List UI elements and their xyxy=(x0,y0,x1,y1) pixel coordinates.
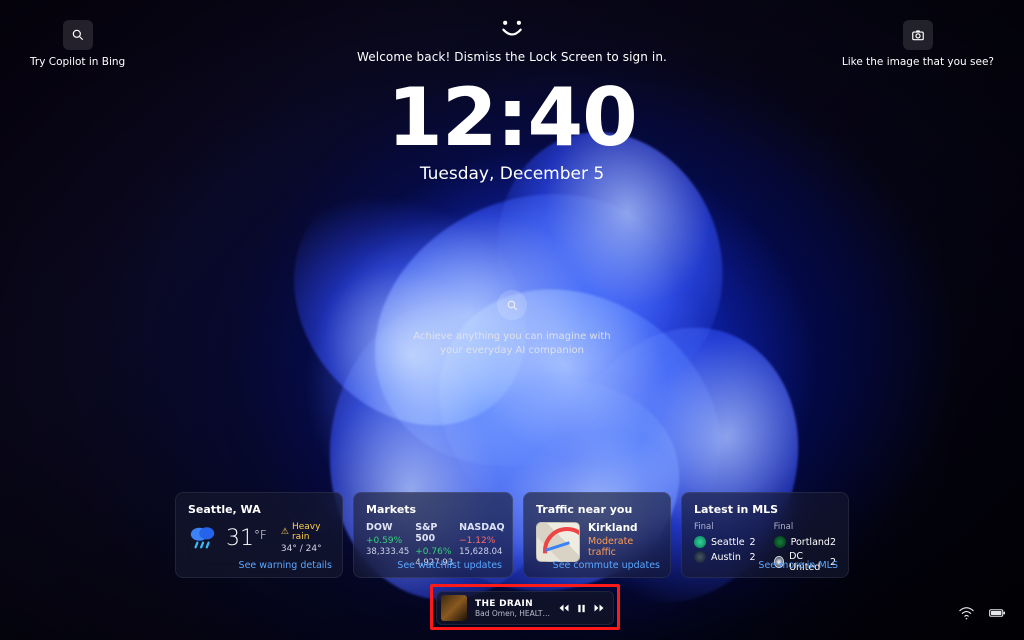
copilot-search-button[interactable] xyxy=(497,290,527,320)
traffic-title: Traffic near you xyxy=(536,503,658,516)
media-pause-button[interactable] xyxy=(576,599,587,618)
search-icon xyxy=(506,299,519,312)
pause-icon xyxy=(576,603,587,614)
skip-forward-icon xyxy=(593,602,605,614)
mls-title: Latest in MLS xyxy=(694,503,836,516)
media-track-title: THE DRAIN xyxy=(475,599,550,609)
team-score: 2 xyxy=(750,537,756,548)
media-next-button[interactable] xyxy=(593,599,605,618)
copilot-bing-button[interactable]: Try Copilot in Bing xyxy=(30,20,125,68)
battery-status-icon[interactable] xyxy=(989,605,1006,624)
weather-location: Seattle, WA xyxy=(188,503,330,516)
media-album-art xyxy=(441,595,467,621)
windows-hello-icon xyxy=(500,18,524,42)
weather-widget[interactable]: Seattle, WA 31 °F ⚠Heavy rain 34° / 24° … xyxy=(175,492,343,578)
market-value: 38,333.45 xyxy=(366,547,409,557)
traffic-widget[interactable]: Traffic near you Kirkland Moderate traff… xyxy=(523,492,671,578)
markets-widget[interactable]: Markets DOW +0.59% 38,333.45 S&P 500 +0.… xyxy=(353,492,513,578)
copilot-bing-label: Try Copilot in Bing xyxy=(30,56,125,68)
market-name: DOW xyxy=(366,522,409,533)
team-badge-icon xyxy=(774,536,786,548)
weather-condition: Heavy rain xyxy=(292,522,330,542)
traffic-map-thumbnail xyxy=(536,522,580,562)
mls-widget[interactable]: Latest in MLS Final Seattle 2 Austin 2 Fin… xyxy=(681,492,849,578)
market-pct: +0.76% xyxy=(415,547,453,557)
team-badge-icon xyxy=(694,551,706,563)
mls-final-label: Final xyxy=(774,522,836,532)
team-name: Seattle xyxy=(711,537,745,548)
weather-unit: °F xyxy=(254,528,267,551)
lockscreen-date: Tuesday, December 5 xyxy=(420,164,604,184)
market-name: S&P 500 xyxy=(415,522,453,544)
weather-rain-icon xyxy=(188,524,218,552)
traffic-link[interactable]: See commute updates xyxy=(553,560,660,571)
like-image-button[interactable]: Like the image that you see? xyxy=(842,20,994,68)
markets-title: Markets xyxy=(366,503,500,516)
weather-temp: 31 xyxy=(226,526,254,551)
like-image-label: Like the image that you see? xyxy=(842,56,994,68)
traffic-status: Moderate traffic xyxy=(588,536,658,558)
camera-icon xyxy=(903,20,933,50)
market-pct: −1.12% xyxy=(459,536,504,546)
team-score: 2 xyxy=(830,537,836,548)
market-value: 15,628.04 xyxy=(459,547,504,557)
market-pct: +0.59% xyxy=(366,536,409,546)
market-name: NASDAQ xyxy=(459,522,504,533)
mls-final-label: Final xyxy=(694,522,756,532)
warning-icon: ⚠ xyxy=(281,527,289,537)
media-controls-widget[interactable]: THE DRAIN Bad Omen, HEALTH, S… xyxy=(436,591,614,625)
mls-link[interactable]: See more in MLS xyxy=(758,560,838,571)
markets-link[interactable]: See watchlist updates xyxy=(397,560,502,571)
team-name: Austin xyxy=(711,552,741,563)
media-track-artist: Bad Omen, HEALTH, S… xyxy=(475,609,550,618)
lockscreen-welcome-text: Welcome back! Dismiss the Lock Screen to… xyxy=(357,50,667,64)
team-badge-icon xyxy=(694,536,706,548)
skip-back-icon xyxy=(558,602,570,614)
traffic-place: Kirkland xyxy=(588,522,658,534)
weather-hi-lo: 34° / 24° xyxy=(281,544,330,554)
lockscreen-time: 12:40 xyxy=(387,78,637,158)
team-name: Portland xyxy=(791,537,830,548)
wifi-status-icon[interactable] xyxy=(958,605,975,624)
team-score: 2 xyxy=(750,552,756,563)
media-prev-button[interactable] xyxy=(558,599,570,618)
weather-details-link[interactable]: See warning details xyxy=(239,560,332,571)
search-icon xyxy=(63,20,93,50)
copilot-tagline: Achieve anything you can imagine with yo… xyxy=(402,330,622,357)
